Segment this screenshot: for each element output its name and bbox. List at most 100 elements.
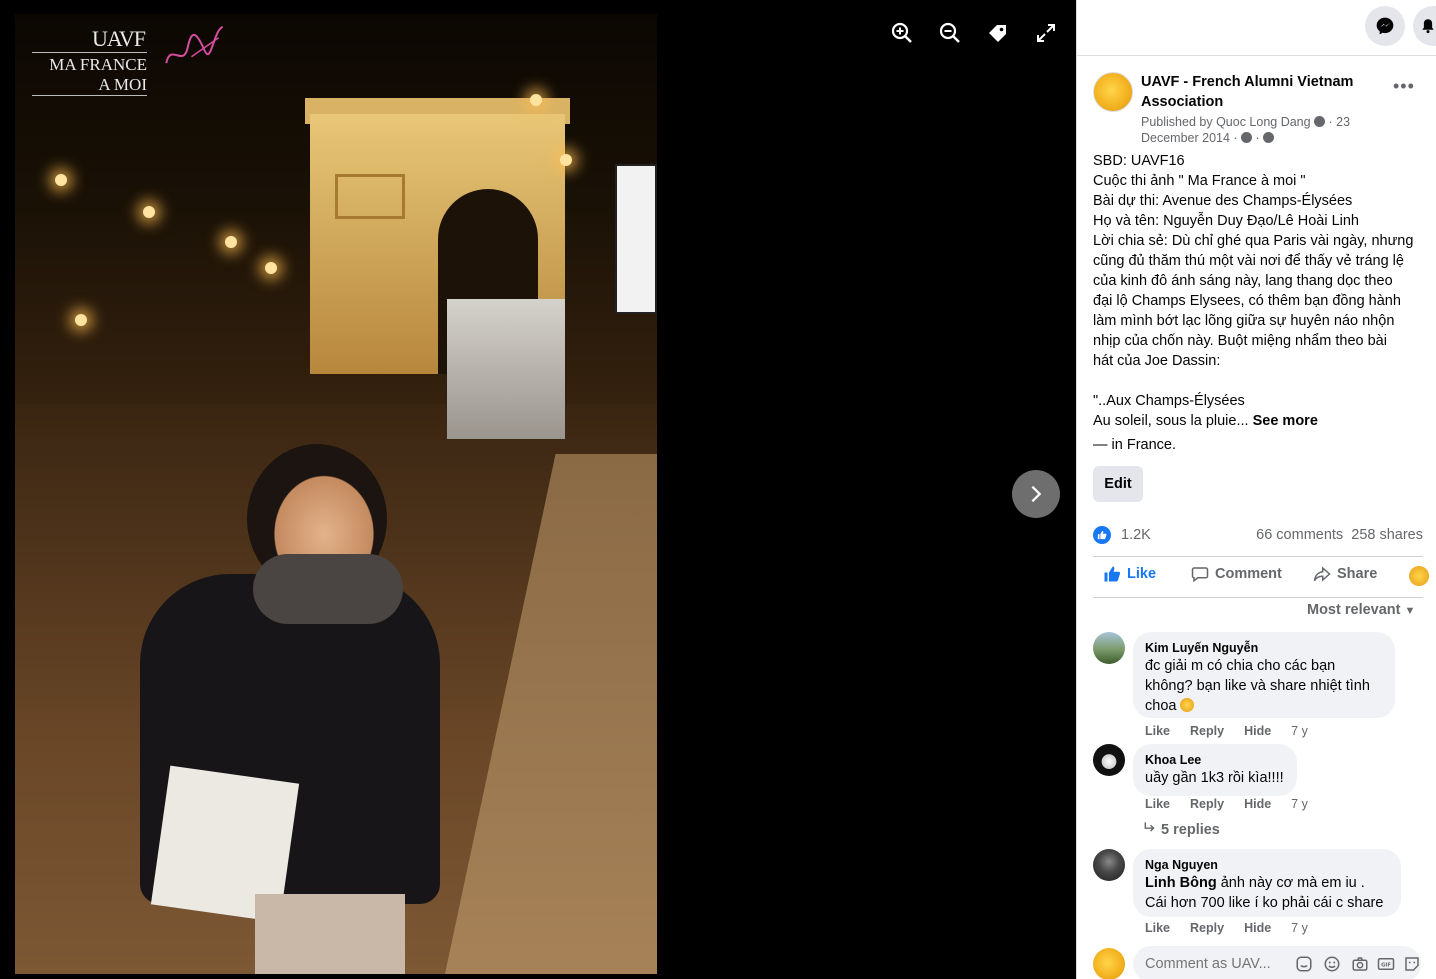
comment-composer: GIF: [1093, 946, 1433, 979]
mention-link[interactable]: Linh Bông: [1145, 875, 1217, 891]
caption-last-line: Au soleil, sous la pluie...: [1093, 413, 1249, 429]
comment-time[interactable]: 7 y: [1291, 724, 1308, 738]
post-caption: SBD: UAVF16 Cuộc thi ảnh " Ma France à m…: [1093, 151, 1428, 431]
like-button[interactable]: Like: [1103, 565, 1156, 583]
commenter-name[interactable]: Nga Nguyen: [1145, 857, 1389, 873]
comment-sort-dropdown[interactable]: Most relevant ▼: [1307, 602, 1415, 618]
comment-reply-link[interactable]: Reply: [1190, 797, 1224, 811]
commenter-avatar[interactable]: [1093, 632, 1125, 664]
view-replies-link[interactable]: 5 replies: [1143, 820, 1220, 838]
like-label: Like: [1127, 566, 1157, 582]
street-lamp: [265, 262, 277, 274]
clock-icon: [1241, 132, 1253, 143]
comment-actions: Like Reply Hide 7 y: [1145, 797, 1308, 811]
comment-hide-link[interactable]: Hide: [1244, 724, 1271, 738]
comment-share-counts: 66 comments 258 shares: [1256, 527, 1423, 543]
page-avatar[interactable]: [1093, 72, 1133, 112]
location-link[interactable]: France.: [1127, 437, 1176, 453]
post-photo[interactable]: [15, 14, 657, 974]
caption-line: Au soleil, sous la pluie... See more: [1093, 411, 1428, 431]
tag-icon[interactable]: [985, 20, 1011, 46]
shares-count[interactable]: 258 shares: [1351, 527, 1423, 543]
current-user-avatar[interactable]: [1093, 948, 1125, 979]
comment-text: choa: [1145, 696, 1383, 716]
info-icon[interactable]: [1314, 116, 1326, 127]
comment-like-link[interactable]: Like: [1145, 797, 1170, 811]
emoji-reaction-icon[interactable]: [1409, 566, 1429, 586]
comment-text-end: choa: [1145, 698, 1177, 714]
comment-like-link[interactable]: Like: [1145, 724, 1170, 738]
legs: [255, 894, 405, 974]
comment-text: đc giải m có chia cho các bạn: [1145, 658, 1336, 674]
share-button[interactable]: Share: [1313, 565, 1377, 583]
comment-button[interactable]: Comment: [1191, 565, 1282, 583]
fullscreen-icon[interactable]: [1033, 20, 1059, 46]
camera-icon[interactable]: [1351, 955, 1369, 973]
gif-icon[interactable]: GIF: [1377, 955, 1395, 973]
commenter-name[interactable]: Kim Luyến Nguyễn: [1145, 640, 1383, 656]
sticker-smile-icon[interactable]: [1403, 955, 1421, 973]
published-prefix: Published by: [1141, 115, 1213, 129]
like-count[interactable]: 1.2K: [1121, 527, 1151, 543]
comment-time[interactable]: 7 y: [1291, 797, 1308, 811]
post-location: — in France.: [1093, 437, 1176, 453]
comment-reply-link[interactable]: Reply: [1190, 921, 1224, 935]
edit-button[interactable]: Edit: [1093, 466, 1143, 502]
comment-actions: Like Reply Hide 7 y: [1145, 724, 1308, 738]
post-actions: Like Comment Share: [1093, 556, 1429, 598]
commenter-avatar[interactable]: [1093, 744, 1125, 776]
sticker-icon[interactable]: [1295, 955, 1313, 973]
comment-text: Linh Bông ảnh này cơ mà em iu .: [1145, 873, 1389, 893]
messenger-button[interactable]: [1365, 6, 1405, 46]
comment-time[interactable]: 7 y: [1291, 921, 1308, 935]
comment: Khoa Lee uầy gần 1k3 rồi kìa!!!! Like Re…: [1093, 744, 1433, 814]
publisher-name[interactable]: Quoc Long Dang: [1216, 115, 1311, 129]
notifications-button[interactable]: [1413, 6, 1436, 46]
comment: Nga Nguyen Linh Bông ảnh này cơ mà em iu…: [1093, 849, 1433, 941]
emoji-picker-icon[interactable]: [1323, 955, 1341, 973]
comment-actions: Like Reply Hide 7 y: [1145, 921, 1308, 935]
comment-bubble: Khoa Lee uầy gần 1k3 rồi kìa!!!!: [1133, 744, 1297, 796]
truck: [447, 299, 565, 439]
scarf: [253, 554, 403, 624]
logo-brand: UAVF: [91, 26, 146, 51]
next-photo-button[interactable]: [1012, 470, 1060, 518]
zoom-out-icon[interactable]: [937, 20, 963, 46]
comment-hide-link[interactable]: Hide: [1244, 921, 1271, 935]
post-stats: 1.2K 66 comments 258 shares: [1093, 524, 1423, 548]
caption-line: Cuộc thi ảnh " Ma France à moi ": [1093, 173, 1306, 189]
comment-bubble: Kim Luyến Nguyễn đc giải m có chia cho c…: [1133, 632, 1395, 718]
photo-viewer: UAVF MA FRANCE A MOI: [0, 0, 1076, 979]
commenter-avatar[interactable]: [1093, 849, 1125, 881]
share-label: Share: [1337, 566, 1378, 582]
caption-line: Lời chia sẻ: Dù chỉ ghé qua Paris vài ng…: [1093, 233, 1414, 249]
page-name[interactable]: UAVF - French Alumni Vietnam Association: [1141, 72, 1391, 112]
like-reaction-icon[interactable]: [1093, 526, 1111, 544]
logo-line-2: A MOI: [32, 75, 147, 96]
caption-line: hát của Joe Dassin:: [1093, 353, 1221, 369]
comments-count[interactable]: 66 comments: [1256, 527, 1343, 543]
globe-icon[interactable]: [1263, 132, 1275, 143]
commenter-name[interactable]: Khoa Lee: [1145, 752, 1285, 768]
comment-label: Comment: [1215, 566, 1282, 582]
comment-like-link[interactable]: Like: [1145, 921, 1170, 935]
caption-line: SBD: UAVF16: [1093, 153, 1185, 169]
street-lamp: [55, 174, 67, 186]
street-lamp: [560, 154, 572, 166]
caption-line: [1093, 371, 1428, 391]
thumbs-up-icon: [1104, 566, 1121, 582]
location-prefix: — in: [1093, 437, 1123, 453]
zoom-in-icon[interactable]: [889, 20, 915, 46]
caret-down-icon: ▼: [1404, 605, 1416, 617]
comment-reply-link[interactable]: Reply: [1190, 724, 1224, 738]
emoji-icon: [1180, 698, 1195, 712]
more-options-icon[interactable]: •••: [1393, 76, 1415, 97]
replies-count: 5 replies: [1161, 822, 1220, 838]
see-more-link[interactable]: See more: [1253, 413, 1318, 429]
caption-line: Bài dự thi: Avenue des Champs-Élysées: [1093, 193, 1353, 209]
post-panel: UAVF - French Alumni Vietnam Association…: [1076, 0, 1436, 979]
comment-hide-link[interactable]: Hide: [1244, 797, 1271, 811]
bell-icon: [1422, 19, 1434, 34]
comment-text: không? bạn like và share nhiệt tình: [1145, 678, 1370, 694]
road-sign: [615, 164, 657, 314]
